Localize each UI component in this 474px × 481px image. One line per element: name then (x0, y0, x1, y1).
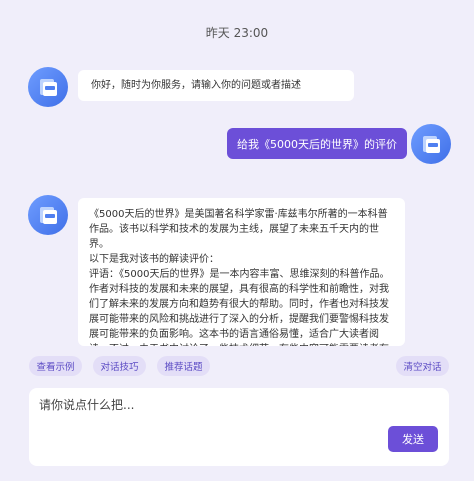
user-avatar (411, 124, 451, 164)
conversation-tips-chip[interactable]: 对话技巧 (93, 356, 146, 376)
message-input-box: 发送 (29, 388, 449, 466)
greeting-text: 你好，随时为你服务，请输入你的问题或者描述 (91, 80, 301, 91)
reply-bubble: 《5000天后的世界》是美国著名科学家雷·库兹韦尔所著的一本科普作品。该书以科学… (78, 198, 405, 346)
timestamp: 昨天 23:00 (205, 26, 269, 40)
app-card-icon (40, 207, 57, 224)
reply-paragraph-intro: 《5000天后的世界》是美国著名科学家雷·库兹韦尔所著的一本科普作品。该书以科学… (89, 209, 388, 250)
send-button[interactable]: 发送 (388, 426, 438, 452)
greeting-bubble: 你好，随时为你服务，请输入你的问题或者描述 (78, 70, 354, 101)
user-message-text: 给我《5000天后的世界》的评价 (237, 137, 397, 151)
view-examples-chip[interactable]: 查看示例 (29, 356, 82, 376)
user-message-bubble: 给我《5000天后的世界》的评价 (227, 128, 407, 159)
reply-paragraph-review: 评语：《5000天后的世界》是一本内容丰富、思维深刻的科普作品。作者对科技的发展… (89, 269, 390, 346)
bot-avatar (28, 67, 68, 107)
bot-avatar (28, 195, 68, 235)
message-input[interactable] (39, 396, 379, 436)
reply-paragraph-heading: 以下是我对该书的解读评价： (89, 254, 219, 265)
app-card-icon (40, 79, 57, 96)
clear-conversation-chip[interactable]: 清空对话 (396, 356, 449, 376)
app-card-icon (423, 136, 440, 153)
recommended-topics-chip[interactable]: 推荐话题 (157, 356, 210, 376)
